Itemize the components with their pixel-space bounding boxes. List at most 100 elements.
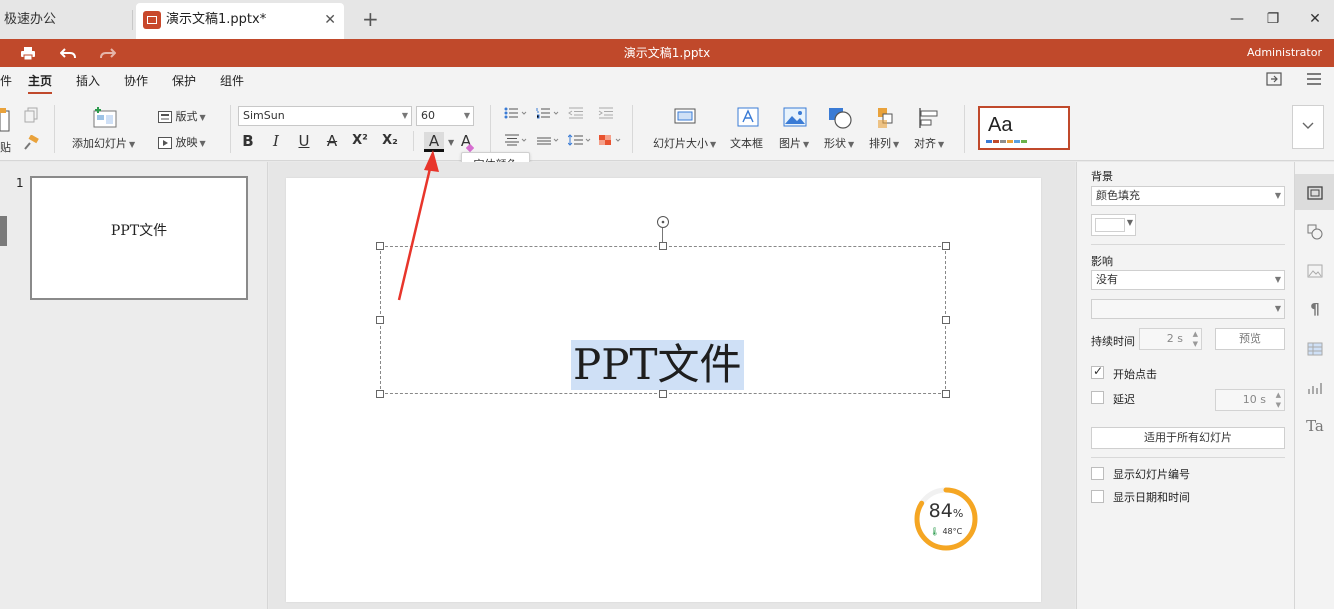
increase-indent-icon[interactable] <box>598 107 614 122</box>
preview-button[interactable]: 预览 <box>1215 328 1285 350</box>
picture-icon[interactable] <box>783 107 807 130</box>
textbox-icon[interactable] <box>737 107 759 130</box>
copy-icon[interactable] <box>24 107 40 126</box>
slide-size-button[interactable]: 幻灯片大小 ▼ <box>653 135 716 151</box>
bullet-list-icon[interactable] <box>504 107 528 122</box>
format-painter-icon[interactable] <box>23 134 39 154</box>
resize-handle[interactable] <box>942 242 950 250</box>
italic-button[interactable]: I <box>266 132 286 150</box>
paste-label[interactable]: 贴 <box>0 139 11 155</box>
numbered-list-icon[interactable] <box>536 107 560 122</box>
tab-document[interactable]: 演示文稿1.pptx* ✕ <box>136 3 344 39</box>
paragraph-shading-icon[interactable] <box>598 134 622 149</box>
arrange-button[interactable]: 排列 ▼ <box>869 135 899 151</box>
pane-resize-handle[interactable] <box>0 216 7 246</box>
ribbon-separator <box>230 105 231 153</box>
chevron-down-icon: ▼ <box>1126 218 1133 227</box>
print-icon[interactable] <box>20 39 36 67</box>
user-name[interactable]: Administrator <box>1247 39 1322 67</box>
menu-protect[interactable]: 保护 <box>172 67 196 95</box>
tab-separator <box>132 10 133 30</box>
layout-button[interactable]: 版式 ▼ <box>158 108 206 124</box>
slide[interactable]: PPT文件 84% 🌡 48°C <box>286 178 1041 602</box>
font-color-button[interactable]: A <box>424 132 444 152</box>
resize-handle[interactable] <box>659 390 667 398</box>
resize-handle[interactable] <box>942 390 950 398</box>
picture-button[interactable]: 图片 ▼ <box>779 135 809 151</box>
resize-handle[interactable] <box>376 242 384 250</box>
delay-checkbox[interactable] <box>1091 391 1104 404</box>
bold-button[interactable]: B <box>238 132 258 150</box>
shape-icon[interactable] <box>828 107 852 132</box>
show-slide-number-label: 显示幻灯片编号 <box>1113 468 1190 481</box>
tab-close-icon[interactable]: ✕ <box>324 3 336 37</box>
close-window-button[interactable]: ✕ <box>1292 0 1334 39</box>
slide-size-icon[interactable] <box>674 108 696 129</box>
play-button[interactable]: 放映 ▼ <box>158 134 206 150</box>
align-center-icon[interactable] <box>504 134 528 149</box>
align-objects-icon[interactable] <box>918 107 940 132</box>
duration-input[interactable]: 2 s ▲ ▼ <box>1139 328 1202 350</box>
performance-gauge[interactable]: 84% 🌡 48°C <box>913 486 979 552</box>
decrease-indent-icon[interactable] <box>568 107 584 122</box>
chart-settings-icon[interactable] <box>1295 369 1334 405</box>
undo-icon[interactable] <box>59 39 76 67</box>
open-location-icon[interactable] <box>1265 72 1283 90</box>
vertical-align-icon[interactable] <box>536 134 560 149</box>
menu-collaborate[interactable]: 协作 <box>124 67 148 95</box>
resize-handle[interactable] <box>376 316 384 324</box>
show-slide-number-checkbox[interactable] <box>1091 467 1104 480</box>
strikethrough-button[interactable]: A <box>322 132 342 150</box>
effect-option-select[interactable]: ▼ <box>1091 299 1285 319</box>
background-fill-select[interactable]: 颜色填充 ▼ <box>1091 186 1285 206</box>
font-color-dropdown[interactable]: ▼ <box>446 135 454 148</box>
superscript-button[interactable]: X² <box>350 132 370 150</box>
arrange-icon[interactable] <box>876 107 896 132</box>
slide-settings-icon[interactable] <box>1295 174 1334 210</box>
menu-file[interactable]: 件 <box>0 67 12 95</box>
selected-slide-text[interactable]: PPT文件 <box>571 340 744 390</box>
text-art-settings-icon[interactable]: Ta <box>1295 408 1334 444</box>
image-settings-icon[interactable] <box>1295 252 1334 288</box>
new-tab-button[interactable]: + <box>362 0 379 39</box>
menu-insert[interactable]: 插入 <box>76 67 100 95</box>
subscript-button[interactable]: X₂ <box>380 132 400 150</box>
start-on-click-checkbox[interactable] <box>1091 364 1104 379</box>
paragraph-settings-icon[interactable]: ¶ <box>1295 291 1334 327</box>
shape-settings-icon[interactable] <box>1295 213 1334 249</box>
menu-bar: 件 主页 插入 协作 保护 组件 <box>0 67 1334 97</box>
font-family-select[interactable]: SimSun ▼ <box>238 106 412 126</box>
menu-home[interactable]: 主页 <box>28 67 53 95</box>
slide-thumbnail[interactable]: PPT文件 <box>30 176 248 300</box>
paste-icon[interactable] <box>0 107 10 136</box>
font-family-value: SimSun <box>243 109 285 122</box>
underline-button[interactable]: U <box>294 132 314 150</box>
rotate-handle-icon[interactable] <box>657 216 669 228</box>
background-color-picker[interactable]: ▼ <box>1091 214 1136 236</box>
start-on-click-label: 开始点击 <box>1113 368 1157 381</box>
delay-input[interactable]: 10 s ▲ ▼ <box>1215 389 1285 411</box>
shape-button[interactable]: 形状 ▼ <box>824 135 854 151</box>
theme-preview[interactable]: Aa <box>978 106 1070 150</box>
redo-icon[interactable] <box>100 39 117 67</box>
add-slide-button[interactable]: 添加幻灯片 ▼ <box>72 135 135 151</box>
show-date-time-checkbox[interactable] <box>1091 490 1104 503</box>
resize-handle[interactable] <box>376 390 384 398</box>
resize-handle[interactable] <box>942 316 950 324</box>
font-size-select[interactable]: 60 ▼ <box>416 106 474 126</box>
theme-more-button[interactable] <box>1292 105 1324 149</box>
menu-plugins[interactable]: 组件 <box>220 67 244 95</box>
menu-hamburger-icon[interactable] <box>1305 72 1323 90</box>
apply-to-all-button[interactable]: 适用于所有幻灯片 <box>1091 427 1285 449</box>
tab-bar: 极速办公 演示文稿1.pptx* ✕ + — ❐ ✕ <box>0 0 1334 39</box>
table-settings-icon[interactable] <box>1295 330 1334 366</box>
line-spacing-icon[interactable] <box>567 134 592 149</box>
resize-handle[interactable] <box>659 242 667 250</box>
textbox-button[interactable]: 文本框 <box>730 135 763 151</box>
add-slide-icon[interactable] <box>92 107 118 132</box>
maximize-button[interactable]: ❐ <box>1250 0 1296 39</box>
tab-home[interactable]: 极速办公 <box>0 0 132 39</box>
effect-select[interactable]: 没有 ▼ <box>1091 270 1285 290</box>
presentation-icon <box>143 11 161 29</box>
align-objects-button[interactable]: 对齐 ▼ <box>914 135 944 151</box>
